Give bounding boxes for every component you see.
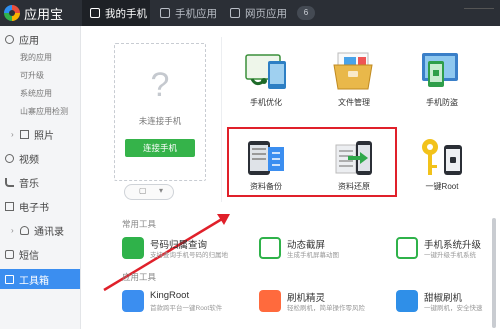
tool-desc: 生成手机屏幕动图 [287,252,339,259]
tool-desc: 一键刷机，安全快速 [424,305,483,312]
tool-number-lookup[interactable]: 号码归属查询 支持查询手机号码的归属地 [122,237,232,261]
tool-system-upgrade[interactable]: 手机系统升级 一键升级手机系统 [396,237,491,261]
kingroot-icon [122,290,144,312]
section-app-tools: 应用工具 [122,272,157,282]
tool-flash-wizard[interactable]: 刷机精灵 轻松刷机，简单操作零风险 [259,290,369,314]
screenshot-icon [259,237,281,259]
tool-sweet-pepper-flash[interactable]: 甜椒刷机 一键刷机，安全快速 [396,290,491,314]
tool-desc: 支持查询手机号码的归属地 [150,252,228,259]
phone-lookup-icon [122,237,144,259]
flash-wizard-icon [259,290,281,312]
sweet-pepper-icon [396,290,418,312]
tool-dynamic-screenshot[interactable]: 动态截屏 生成手机屏幕动图 [259,237,369,261]
tool-desc: 首款跨平台一键Root软件 [150,305,223,312]
section-common-tools: 常用工具 [122,219,157,229]
upgrade-icon [396,237,418,259]
tool-desc: 一键升级手机系统 [424,252,476,259]
tool-kingroot[interactable]: KingRoot 首款跨平台一键Root软件 [122,290,232,314]
tool-desc: 轻松刷机，简单操作零风险 [287,305,365,312]
tool-name: KingRoot [150,290,190,301]
scrollbar[interactable] [492,218,496,328]
annotation-arrow [103,214,230,292]
